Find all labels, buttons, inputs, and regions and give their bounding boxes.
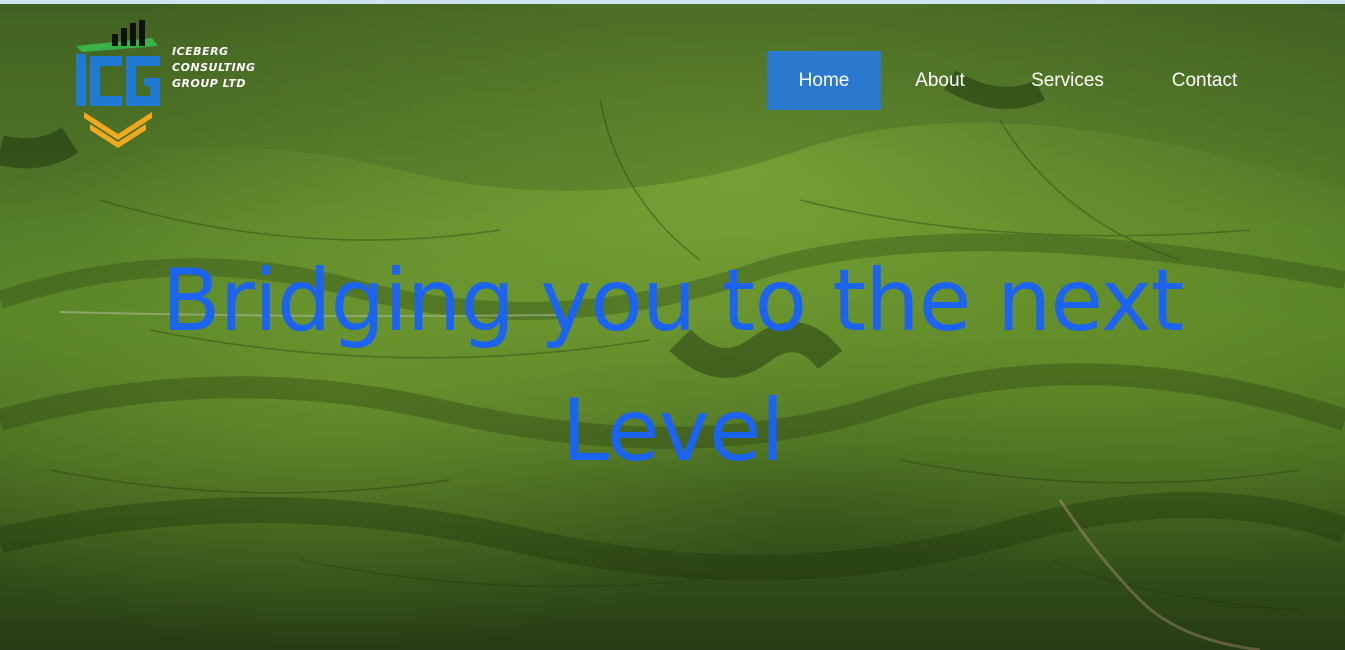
company-logo[interactable]: ICEBERG CONSULTING GROUP LTD — [72, 20, 272, 150]
company-name: ICEBERG CONSULTING GROUP LTD — [172, 44, 272, 92]
nav-item-home[interactable]: Home — [767, 51, 881, 110]
icg-monogram-logo-icon — [76, 20, 160, 148]
company-name-line-3: GROUP LTD — [172, 77, 246, 90]
landing-page: ICEBERG CONSULTING GROUP LTD Home About … — [0, 0, 1345, 650]
hero-title: Bridging you to the next Level — [161, 251, 1185, 481]
main-nav: Home About Services Contact — [767, 51, 1273, 110]
company-name-line-1: ICEBERG — [172, 45, 229, 58]
company-name-line-2: CONSULTING — [172, 61, 256, 74]
nav-item-services[interactable]: Services — [999, 51, 1136, 110]
nav-item-about[interactable]: About — [881, 51, 999, 110]
nav-item-contact[interactable]: Contact — [1136, 51, 1273, 110]
top-strip — [0, 0, 1345, 4]
